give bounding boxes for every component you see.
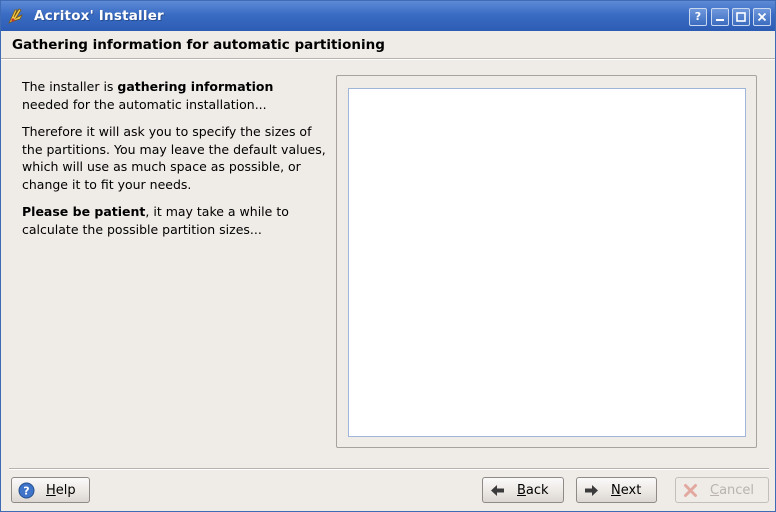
window-title: Acritox' Installer — [34, 8, 164, 24]
maximize-icon — [736, 12, 746, 22]
maximize-button[interactable] — [732, 8, 750, 26]
installer-window: Acritox' Installer ? Gathering informati… — [0, 0, 776, 512]
cancel-icon — [682, 482, 699, 499]
output-panel — [336, 75, 757, 448]
p1-bold: gathering information — [117, 79, 274, 94]
description-paragraph-3: Please be patient, it may take a while t… — [22, 203, 334, 238]
next-button[interactable]: Next — [576, 477, 657, 503]
p3-bold: Please be patient — [22, 204, 146, 219]
close-button[interactable] — [753, 8, 771, 26]
arrow-left-icon — [489, 482, 506, 499]
next-label: Next — [611, 483, 642, 498]
close-icon — [757, 12, 767, 22]
cancel-label: Cancel — [710, 483, 755, 498]
footer-divider — [9, 468, 769, 470]
minimize-button[interactable] — [711, 8, 729, 26]
description-text: The installer is gathering information n… — [22, 78, 334, 248]
help-label: Help — [46, 483, 76, 498]
help-title-button[interactable]: ? — [689, 8, 707, 26]
app-icon[interactable] — [7, 7, 25, 25]
cancel-button[interactable]: Cancel — [675, 477, 769, 503]
header-divider — [1, 58, 775, 60]
page-header: Gathering information for automatic part… — [1, 31, 775, 60]
description-paragraph-2: Therefore it will ask you to specify the… — [22, 124, 326, 192]
p1-suffix: needed for the automatic installation... — [22, 96, 267, 112]
back-button[interactable]: Back — [482, 477, 564, 503]
page-title: Gathering information for automatic part… — [12, 37, 385, 53]
minimize-icon — [716, 19, 724, 21]
title-bar[interactable]: Acritox' Installer ? — [1, 1, 775, 31]
help-button[interactable]: ? Help — [11, 477, 90, 503]
output-area[interactable] — [348, 88, 746, 437]
help-icon: ? — [18, 482, 35, 499]
p1-prefix: The installer is — [22, 79, 118, 94]
svg-text:?: ? — [23, 485, 29, 498]
description-paragraph-1: The installer is gathering information n… — [22, 78, 334, 113]
arrow-right-icon — [583, 482, 600, 499]
back-label: Back — [517, 483, 549, 498]
